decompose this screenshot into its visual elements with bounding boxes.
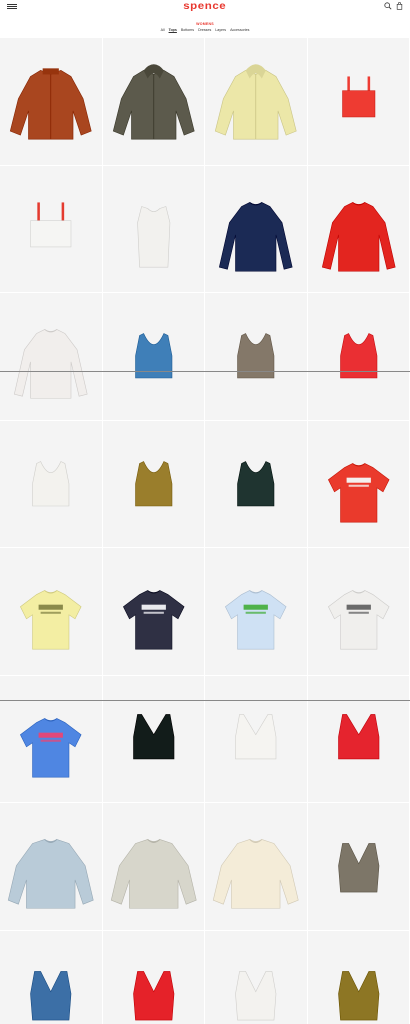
product-card[interactable]: [102, 930, 205, 1024]
subnav-item-bottoms[interactable]: Bottoms: [181, 28, 194, 32]
product-card[interactable]: [205, 675, 308, 803]
product-card[interactable]: [205, 930, 308, 1024]
product-card[interactable]: [307, 293, 410, 421]
product-card[interactable]: [0, 38, 103, 166]
page-divider: [0, 371, 410, 372]
product-image: [20, 717, 82, 778]
product-card[interactable]: [205, 165, 308, 293]
product-card[interactable]: [205, 293, 308, 421]
category-subnav: All Tops Bottoms Dresses Layers Accessories: [0, 28, 410, 32]
product-card[interactable]: [102, 420, 205, 548]
product-card[interactable]: [307, 548, 410, 676]
subnav-item-accessories[interactable]: Accessories: [230, 28, 249, 32]
search-icon[interactable]: [384, 2, 392, 10]
product-image: [134, 460, 172, 506]
product-image: [235, 713, 277, 759]
product-image: [327, 462, 389, 523]
product-card[interactable]: [205, 38, 308, 166]
subnav-item-all[interactable]: All: [161, 28, 165, 32]
product-image: [225, 590, 287, 650]
product-image: [339, 333, 377, 379]
product-card[interactable]: [307, 420, 410, 548]
product-image: [218, 201, 293, 272]
product-card[interactable]: [0, 420, 103, 548]
product-card[interactable]: [307, 803, 410, 931]
product-image: [132, 970, 174, 1020]
brand-logo[interactable]: spence: [0, 1, 410, 12]
product-card[interactable]: [102, 548, 205, 676]
product-card[interactable]: [0, 548, 103, 676]
product-card[interactable]: [102, 675, 205, 803]
product-image: [212, 839, 299, 909]
product-image: [235, 970, 277, 1020]
product-image: [134, 333, 172, 379]
product-card[interactable]: [0, 675, 103, 803]
product-card[interactable]: [102, 38, 205, 166]
product-image: [30, 201, 72, 247]
product-image: [237, 333, 275, 379]
product-image: [337, 843, 379, 893]
product-image: [237, 460, 275, 506]
subnav-item-layers[interactable]: Layers: [215, 28, 226, 32]
product-card[interactable]: [205, 803, 308, 931]
product-card[interactable]: [0, 293, 103, 421]
product-image: [214, 64, 297, 140]
product-card[interactable]: [205, 548, 308, 676]
product-card[interactable]: [307, 675, 410, 803]
product-image: [9, 68, 92, 140]
product-image: [327, 590, 389, 650]
product-card[interactable]: [307, 930, 410, 1024]
product-image: [136, 205, 170, 268]
product-image: [20, 590, 82, 650]
product-card[interactable]: [307, 38, 410, 166]
product-card[interactable]: [205, 420, 308, 548]
product-image: [7, 839, 94, 909]
product-card[interactable]: [0, 930, 103, 1024]
product-card[interactable]: [0, 165, 103, 293]
product-image: [321, 201, 396, 272]
product-card[interactable]: [102, 165, 205, 293]
product-card[interactable]: [0, 803, 103, 931]
product-image: [337, 713, 379, 759]
product-card[interactable]: [102, 293, 205, 421]
product-image: [337, 970, 379, 1020]
bag-icon[interactable]: [396, 2, 403, 10]
product-image: [13, 329, 88, 399]
product-grid: [0, 38, 410, 1024]
page-divider: [0, 700, 410, 701]
product-image: [122, 590, 184, 650]
subnav-item-tops[interactable]: Tops: [169, 28, 177, 32]
product-card[interactable]: [307, 165, 410, 293]
product-image: [132, 713, 174, 759]
product-image: [341, 76, 375, 118]
top-bar: spence WOMENS All Tops Bottoms Dresses Layer…: [0, 0, 410, 38]
product-image: [110, 839, 197, 909]
product-image: [32, 460, 70, 506]
product-card[interactable]: [102, 803, 205, 931]
product-image: [112, 64, 195, 140]
subnav-item-dresses[interactable]: Dresses: [198, 28, 211, 32]
product-image: [30, 970, 72, 1020]
section-label: WOMENS: [196, 22, 214, 26]
